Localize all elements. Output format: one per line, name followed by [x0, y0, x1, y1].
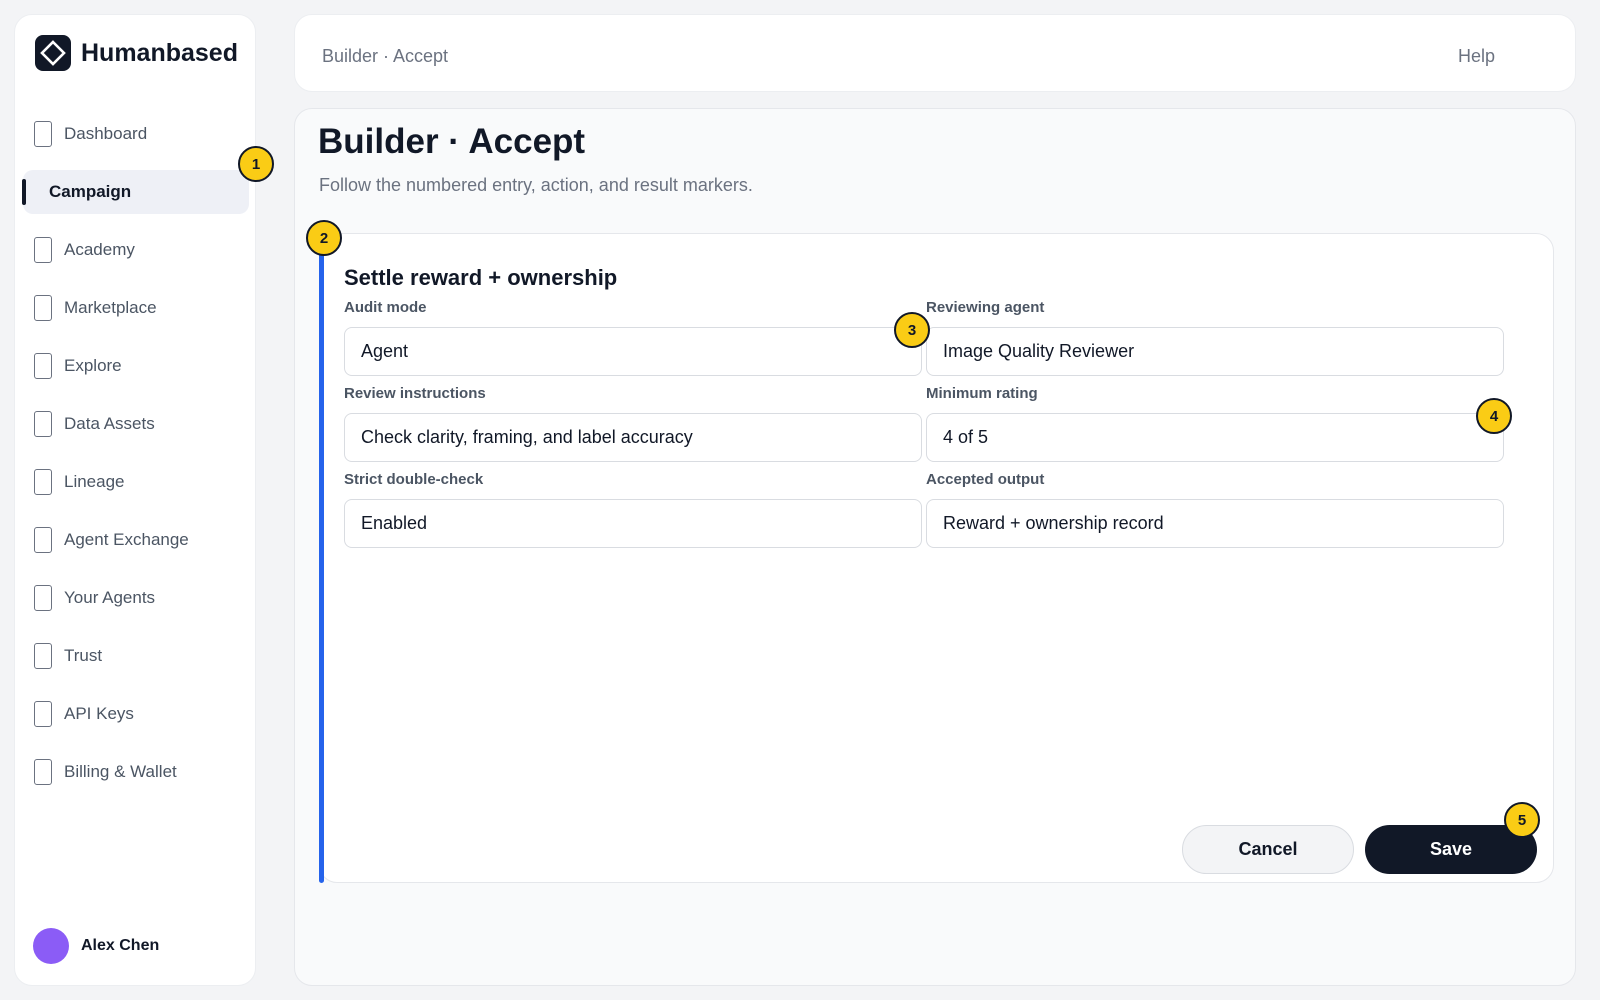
field-label: Accepted output [926, 471, 1045, 488]
card-accent-bar [319, 233, 324, 883]
step-marker-4: 4 [1476, 398, 1512, 434]
sidebar-nav: Dashboard Campaign Academy Marketplace E… [22, 112, 249, 808]
page-icon [34, 295, 52, 321]
avatar [33, 928, 69, 964]
page-icon [34, 527, 52, 553]
reviewing-agent-input[interactable]: Image Quality Reviewer [926, 327, 1504, 376]
page-icon [34, 643, 52, 669]
settle-card: Settle reward + ownership Audit mode Age… [319, 233, 1554, 883]
app-name: Humanbased [81, 38, 238, 67]
strict-double-check-input[interactable]: Enabled [344, 499, 922, 548]
sidebar-item-your-agents[interactable]: Your Agents [23, 576, 249, 620]
sidebar-item-label: Trust [64, 646, 103, 665]
breadcrumb: Builder · Accept [322, 46, 449, 66]
page-icon [34, 469, 52, 495]
review-instructions-field: Review instructions Check clarity, frami… [344, 385, 922, 462]
field-label: Minimum rating [926, 385, 1038, 402]
sidebar-item-academy[interactable]: Academy [23, 228, 249, 272]
sidebar-item-label: Campaign [49, 182, 132, 201]
page-icon [34, 585, 52, 611]
minimum-rating-input[interactable]: 4 of 5 [926, 413, 1504, 462]
audit-mode-field: Audit mode Agent [344, 299, 922, 376]
step-marker-2: 2 [306, 220, 342, 256]
logo-icon [35, 35, 71, 71]
sidebar-item-data-assets[interactable]: Data Assets [23, 402, 249, 446]
review-instructions-input[interactable]: Check clarity, framing, and label accura… [344, 413, 922, 462]
step-marker-5: 5 [1504, 802, 1540, 838]
sidebar-item-label: Dashboard [64, 124, 148, 143]
strict-double-check-field: Strict double-check Enabled [344, 471, 922, 548]
page-icon [34, 353, 52, 379]
sidebar-item-label: Agent Exchange [64, 530, 189, 549]
page-icon [34, 759, 52, 785]
sidebar-item-dashboard[interactable]: Dashboard [23, 112, 249, 156]
user-profile[interactable]: Alex Chen [33, 928, 159, 964]
minimum-rating-field: Minimum rating 4 of 5 [926, 385, 1504, 462]
sidebar-item-billing-wallet[interactable]: Billing & Wallet [23, 750, 249, 794]
step-marker-3: 3 [894, 312, 930, 348]
field-label: Strict double-check [344, 471, 484, 488]
help-link[interactable]: Help [1458, 46, 1495, 67]
field-label: Review instructions [344, 385, 486, 402]
sidebar-item-explore[interactable]: Explore [23, 344, 249, 388]
sidebar-item-agent-exchange[interactable]: Agent Exchange [23, 518, 249, 562]
main-panel: Builder · Accept Follow the numbered ent… [294, 108, 1576, 986]
sidebar-item-campaign[interactable]: Campaign [22, 170, 249, 214]
sidebar-item-label: Lineage [64, 472, 125, 491]
sidebar-item-trust[interactable]: Trust [23, 634, 249, 678]
field-label: Audit mode [344, 299, 427, 316]
sidebar-item-marketplace[interactable]: Marketplace [23, 286, 249, 330]
sidebar-item-label: Academy [64, 240, 135, 259]
sidebar-item-label: Your Agents [64, 588, 156, 607]
step-marker-1: 1 [238, 146, 274, 182]
accepted-output-input[interactable]: Reward + ownership record [926, 499, 1504, 548]
page-icon [34, 411, 52, 437]
sidebar-item-label: Marketplace [64, 298, 157, 317]
sidebar-item-label: Data Assets [64, 414, 155, 433]
user-name: Alex Chen [81, 937, 160, 954]
card-title: Settle reward + ownership [344, 265, 618, 290]
reviewing-agent-field: Reviewing agent Image Quality Reviewer [926, 299, 1504, 376]
sidebar-item-label: Billing & Wallet [64, 762, 177, 781]
accepted-output-field: Accepted output Reward + ownership recor… [926, 471, 1504, 548]
audit-mode-input[interactable]: Agent [344, 327, 922, 376]
cancel-button[interactable]: Cancel [1182, 825, 1354, 874]
sidebar-item-api-keys[interactable]: API Keys [23, 692, 249, 736]
top-bar: Builder · Accept Help [294, 14, 1576, 92]
page-icon [34, 121, 52, 147]
page-subtitle: Follow the numbered entry, action, and r… [319, 175, 753, 195]
sidebar-item-label: API Keys [64, 704, 134, 723]
sidebar-item-label: Explore [64, 356, 122, 375]
brand[interactable]: Humanbased [35, 35, 238, 71]
sidebar-item-lineage[interactable]: Lineage [23, 460, 249, 504]
page-icon [34, 701, 52, 727]
page-icon [34, 237, 52, 263]
sidebar: Humanbased Dashboard Campaign Academy Ma… [14, 14, 256, 986]
page-title: Builder · Accept [318, 122, 586, 161]
active-indicator [22, 179, 26, 205]
field-label: Reviewing agent [926, 299, 1045, 316]
